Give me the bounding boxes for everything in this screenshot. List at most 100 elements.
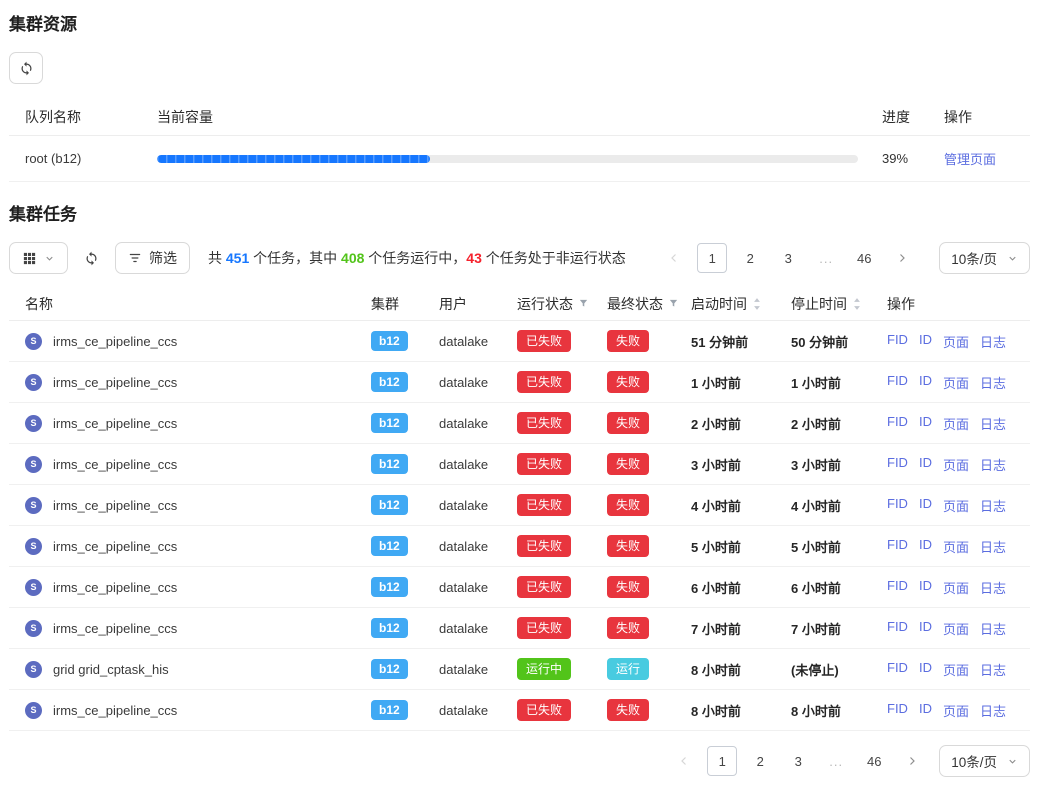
id-link[interactable]: ID [919, 701, 932, 720]
column-header-stop-time: 停止时间 [791, 294, 847, 314]
cluster-badge: b12 [371, 413, 408, 433]
pagination-prev[interactable] [669, 746, 699, 776]
cluster-badge: b12 [371, 372, 408, 392]
id-link[interactable]: ID [919, 578, 932, 597]
task-name: irms_ce_pipeline_ccs [53, 703, 177, 718]
page-link[interactable]: 页面 [943, 701, 969, 720]
pagination-next[interactable] [897, 746, 927, 776]
task-name: irms_ce_pipeline_ccs [53, 334, 177, 349]
fid-link[interactable]: FID [887, 578, 908, 597]
log-link[interactable]: 日志 [980, 619, 1006, 638]
refresh-icon [19, 61, 34, 76]
table-row: S irms_ce_pipeline_ccs b12 datalake 已失败 … [9, 567, 1030, 608]
fid-link[interactable]: FID [887, 332, 908, 351]
fid-link[interactable]: FID [887, 701, 908, 720]
log-link[interactable]: 日志 [980, 455, 1006, 474]
task-name: irms_ce_pipeline_ccs [53, 539, 177, 554]
page-link[interactable]: 页面 [943, 332, 969, 351]
page-link[interactable]: 页面 [943, 373, 969, 392]
pagination-page-1[interactable]: 1 [707, 746, 737, 776]
log-link[interactable]: 日志 [980, 701, 1006, 720]
start-time: 8 小时前 [691, 701, 791, 720]
fid-link[interactable]: FID [887, 619, 908, 638]
pagination-page-3[interactable]: 3 [773, 243, 803, 273]
task-user: datalake [439, 662, 517, 677]
start-time: 1 小时前 [691, 373, 791, 392]
pagination-page-1[interactable]: 1 [697, 243, 727, 273]
page-link[interactable]: 页面 [943, 455, 969, 474]
page-link[interactable]: 页面 [943, 619, 969, 638]
page-link[interactable]: 页面 [943, 414, 969, 433]
final-status-badge: 失败 [607, 371, 649, 393]
fid-link[interactable]: FID [887, 455, 908, 474]
fid-link[interactable]: FID [887, 373, 908, 392]
log-link[interactable]: 日志 [980, 373, 1006, 392]
summary-text: 共 [208, 250, 226, 266]
page-link[interactable]: 页面 [943, 496, 969, 515]
summary-total-count: 451 [226, 250, 249, 266]
page-size-select[interactable]: 10条/页 [939, 745, 1030, 777]
fid-link[interactable]: FID [887, 660, 908, 679]
filter-funnel-icon[interactable] [668, 298, 679, 309]
queue-table-header: 队列名称 当前容量 进度 操作 [9, 98, 1030, 136]
log-link[interactable]: 日志 [980, 537, 1006, 556]
column-settings-button[interactable] [9, 242, 68, 274]
manage-page-link[interactable]: 管理页面 [944, 152, 996, 167]
summary-text: 个任务运行中， [364, 250, 466, 266]
page-link[interactable]: 页面 [943, 660, 969, 679]
cluster-badge: b12 [371, 331, 408, 351]
refresh-resources-button[interactable] [9, 52, 43, 84]
sort-icon[interactable] [852, 297, 862, 311]
page: 集群资源 队列名称 当前容量 进度 操作 root (b12) 39% 管理页面… [0, 0, 1039, 791]
id-link[interactable]: ID [919, 660, 932, 679]
summary-nonrunning-count: 43 [466, 250, 482, 266]
run-status-badge: 已失败 [517, 412, 571, 434]
log-link[interactable]: 日志 [980, 332, 1006, 351]
pagination-page-2[interactable]: 2 [735, 243, 765, 273]
stop-time: (未停止) [791, 660, 887, 679]
id-link[interactable]: ID [919, 496, 932, 515]
pagination-page-3[interactable]: 3 [783, 746, 813, 776]
pagination-page-2[interactable]: 2 [745, 746, 775, 776]
filter-funnel-icon[interactable] [578, 298, 589, 309]
page-size-select[interactable]: 10条/页 [939, 242, 1030, 274]
fid-link[interactable]: FID [887, 537, 908, 556]
run-status-badge: 运行中 [517, 658, 571, 680]
progress-percent: 39% [882, 151, 944, 166]
log-link[interactable]: 日志 [980, 496, 1006, 515]
task-user: datalake [439, 334, 517, 349]
pagination-page-46[interactable]: 46 [859, 746, 889, 776]
log-link[interactable]: 日志 [980, 414, 1006, 433]
summary-running-count: 408 [341, 250, 364, 266]
spark-avatar: S [25, 333, 42, 350]
start-time: 6 小时前 [691, 578, 791, 597]
id-link[interactable]: ID [919, 537, 932, 556]
tasks-table-header: 名称 集群 用户 运行状态 最终状态 启动时间 [9, 287, 1030, 321]
pagination-next[interactable] [887, 243, 917, 273]
id-link[interactable]: ID [919, 455, 932, 474]
fid-link[interactable]: FID [887, 496, 908, 515]
id-link[interactable]: ID [919, 332, 932, 351]
refresh-tasks-button[interactable] [78, 242, 105, 274]
cluster-badge: b12 [371, 618, 408, 638]
page-link[interactable]: 页面 [943, 537, 969, 556]
pagination-ellipsis[interactable]: ... [821, 746, 851, 776]
spark-avatar: S [25, 497, 42, 514]
run-status-badge: 已失败 [517, 494, 571, 516]
run-status-badge: 已失败 [517, 330, 571, 352]
final-status-badge: 失败 [607, 576, 649, 598]
id-link[interactable]: ID [919, 619, 932, 638]
pagination-ellipsis[interactable]: ... [811, 243, 841, 273]
pagination-page-46[interactable]: 46 [849, 243, 879, 273]
pagination-prev[interactable] [659, 243, 689, 273]
fid-link[interactable]: FID [887, 414, 908, 433]
log-link[interactable]: 日志 [980, 660, 1006, 679]
id-link[interactable]: ID [919, 373, 932, 392]
id-link[interactable]: ID [919, 414, 932, 433]
chevron-down-icon [1007, 253, 1018, 264]
column-header-progress: 进度 [882, 107, 944, 127]
page-link[interactable]: 页面 [943, 578, 969, 597]
log-link[interactable]: 日志 [980, 578, 1006, 597]
filter-button[interactable]: 筛选 [115, 242, 190, 274]
sort-icon[interactable] [752, 297, 762, 311]
